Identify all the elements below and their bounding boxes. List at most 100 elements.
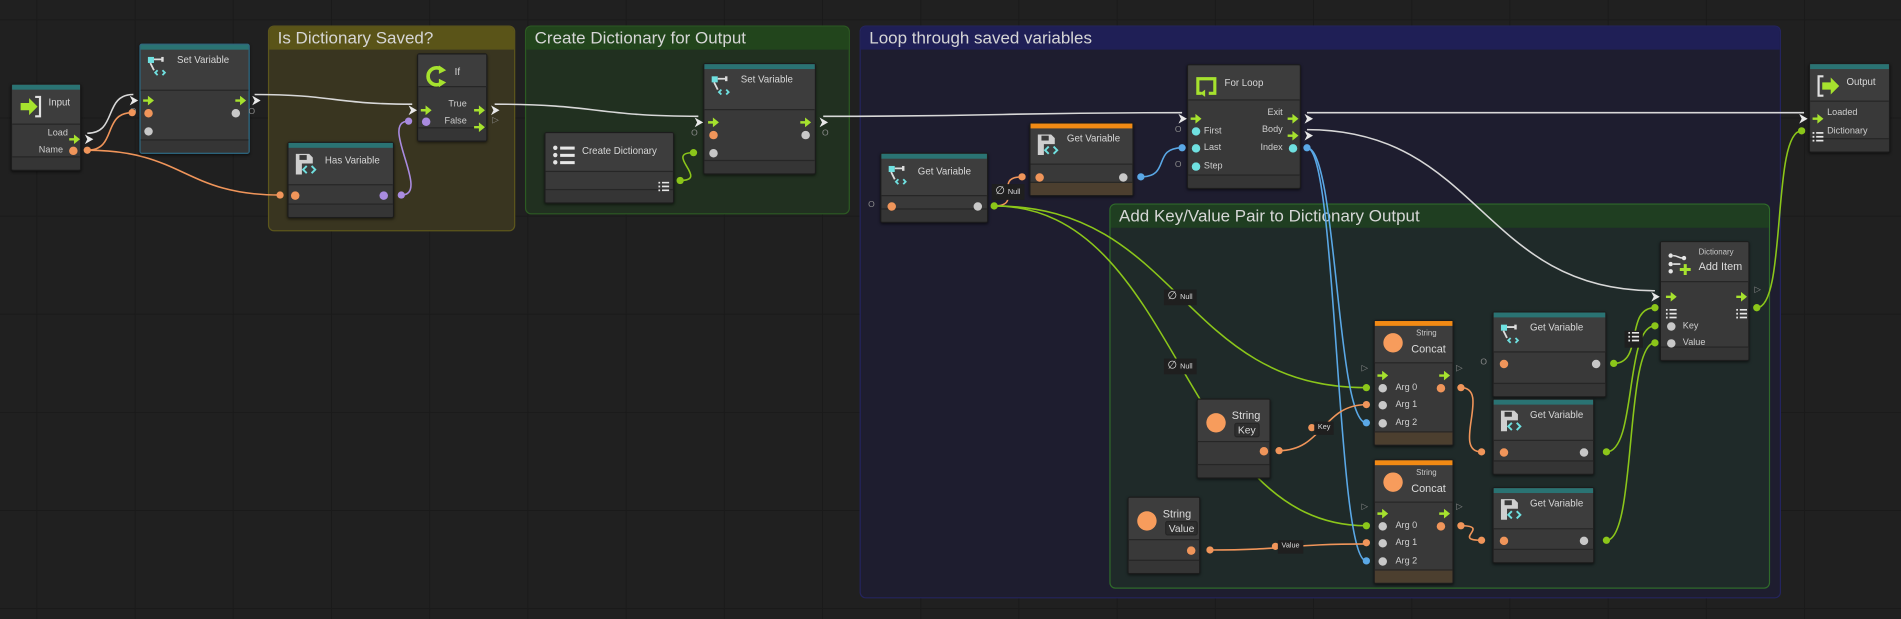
condition-input[interactable] — [421, 116, 430, 126]
connection-dot[interactable] — [1651, 304, 1659, 312]
value-port[interactable] — [1377, 538, 1387, 547]
connection-dot[interactable] — [1610, 359, 1618, 368]
value-port[interactable] — [800, 130, 810, 139]
value-port[interactable] — [1499, 447, 1508, 457]
flow-port[interactable] — [1665, 286, 1677, 302]
value-port[interactable] — [1034, 172, 1044, 182]
node-get-variable[interactable]: Get Variable — [880, 152, 989, 223]
value-port[interactable] — [290, 190, 299, 200]
value-port[interactable] — [708, 148, 718, 157]
value-port[interactable] — [1591, 359, 1600, 368]
value-port[interactable] — [1288, 143, 1297, 153]
flow-port[interactable] — [473, 99, 485, 116]
connection-dot[interactable] — [1753, 304, 1761, 312]
value-port[interactable] — [1377, 400, 1387, 409]
unconnected-port-marker[interactable]: O — [249, 107, 256, 119]
unconnected-port-marker[interactable]: O — [1480, 357, 1487, 369]
value-port[interactable] — [1579, 447, 1588, 457]
load-flow-output[interactable] — [68, 128, 80, 145]
dictionary-output[interactable] — [657, 176, 669, 192]
flow-port[interactable] — [707, 111, 719, 128]
connection-dot[interactable] — [990, 202, 998, 210]
node-set-variable[interactable]: Set Variable — [139, 43, 250, 154]
value-port[interactable] — [1377, 521, 1387, 530]
flow-port[interactable] — [1376, 365, 1388, 381]
value-port[interactable] — [1579, 536, 1588, 545]
value-port[interactable] — [1377, 556, 1387, 566]
connection-dot[interactable] — [1362, 400, 1371, 409]
dictionary-port[interactable] — [1811, 126, 1823, 142]
flow-port[interactable] — [234, 90, 246, 106]
unconnected-port-marker[interactable]: O — [822, 128, 829, 140]
group-title[interactable]: Create Dictionary for Output — [526, 26, 849, 50]
value-port[interactable] — [1377, 418, 1387, 428]
unconnected-port-marker[interactable]: O — [691, 128, 698, 140]
value-port[interactable] — [1436, 383, 1445, 392]
node-string-literal[interactable]: String Key — [1196, 398, 1271, 479]
dictionary-port[interactable] — [1665, 303, 1677, 319]
value-port[interactable] — [1436, 521, 1445, 530]
connection-dot[interactable] — [1477, 448, 1486, 456]
data-edge-name-to-has-variable[interactable] — [87, 149, 281, 196]
unconnected-flow-marker[interactable]: ▷ — [1362, 502, 1369, 514]
connection-dot[interactable] — [397, 191, 405, 199]
graph-canvas[interactable]: Is Dictionary Saved? Create Dictionary f… — [0, 0, 1901, 619]
connection-dot[interactable] — [1602, 536, 1611, 544]
flow-port[interactable] — [1811, 108, 1823, 124]
dictionary-port[interactable] — [1735, 303, 1747, 319]
literal-value-field[interactable]: Value — [1165, 520, 1198, 536]
group-title[interactable]: Is Dictionary Saved? — [269, 26, 515, 50]
value-port[interactable] — [972, 201, 982, 211]
connection-dot[interactable] — [1362, 419, 1371, 427]
connection-dot[interactable] — [1275, 447, 1283, 455]
connection-dot[interactable] — [1602, 448, 1611, 456]
value-port[interactable] — [1499, 359, 1508, 368]
flow-port[interactable] — [1189, 108, 1201, 124]
node-has-variable[interactable]: Has Variable — [287, 141, 395, 219]
connection-dot[interactable] — [1457, 384, 1465, 392]
flow-port[interactable] — [1286, 125, 1298, 141]
unconnected-flow-marker[interactable]: ▷ — [492, 115, 499, 127]
value-port[interactable] — [143, 108, 153, 117]
flow-port[interactable] — [1286, 108, 1298, 124]
flow-edge-input-to-set-variable[interactable] — [87, 93, 134, 135]
connection-dot[interactable] — [1457, 522, 1465, 530]
unconnected-flow-marker[interactable]: ▷ — [1456, 502, 1463, 514]
value-port[interactable] — [1118, 172, 1127, 182]
connection-dot[interactable] — [1137, 173, 1145, 181]
literal-value-field[interactable]: Key — [1234, 422, 1260, 438]
node-input[interactable]: Input — [10, 83, 82, 171]
node-get-variable-saved[interactable]: Get Variable — [1029, 122, 1134, 197]
node-get-variable-saved[interactable]: Get Variable — [1492, 398, 1595, 475]
connection-dot[interactable] — [1362, 522, 1371, 530]
node-get-variable[interactable]: Get Variable — [1492, 311, 1607, 398]
connection-dot[interactable] — [689, 149, 698, 157]
connection-dot[interactable] — [1362, 557, 1371, 565]
value-port[interactable] — [378, 190, 388, 200]
value-port[interactable] — [708, 130, 718, 139]
flow-port[interactable] — [1438, 503, 1450, 519]
connection-dot[interactable] — [1477, 536, 1486, 544]
unconnected-flow-marker[interactable]: ▷ — [1362, 363, 1369, 375]
connection-dot[interactable] — [1018, 173, 1026, 181]
node-get-variable-saved[interactable]: Get Variable — [1492, 486, 1595, 564]
data-edge-name-to-set-variable[interactable] — [87, 111, 133, 152]
connection-dot[interactable] — [404, 117, 413, 125]
connection-dot[interactable] — [1362, 384, 1371, 392]
node-string-literal[interactable]: String Value — [1127, 496, 1201, 575]
unconnected-port-marker[interactable]: O — [868, 200, 875, 212]
connection-dot[interactable] — [1206, 546, 1214, 554]
unconnected-port-marker[interactable]: O — [1175, 160, 1182, 172]
connection-dot[interactable] — [128, 109, 136, 117]
group-title[interactable]: Loop through saved variables — [860, 26, 1780, 50]
connection-dot[interactable] — [83, 146, 91, 154]
value-port[interactable] — [1191, 143, 1200, 153]
value-port[interactable] — [1666, 338, 1675, 348]
connection-dot[interactable] — [1651, 339, 1659, 347]
unconnected-port-marker[interactable]: O — [1175, 125, 1182, 137]
value-port[interactable] — [143, 126, 153, 136]
flow-port[interactable] — [420, 99, 432, 116]
value-port[interactable] — [1259, 446, 1268, 455]
flow-port[interactable] — [1735, 286, 1747, 302]
node-create-dictionary[interactable]: Create Dictionary — [544, 132, 675, 204]
